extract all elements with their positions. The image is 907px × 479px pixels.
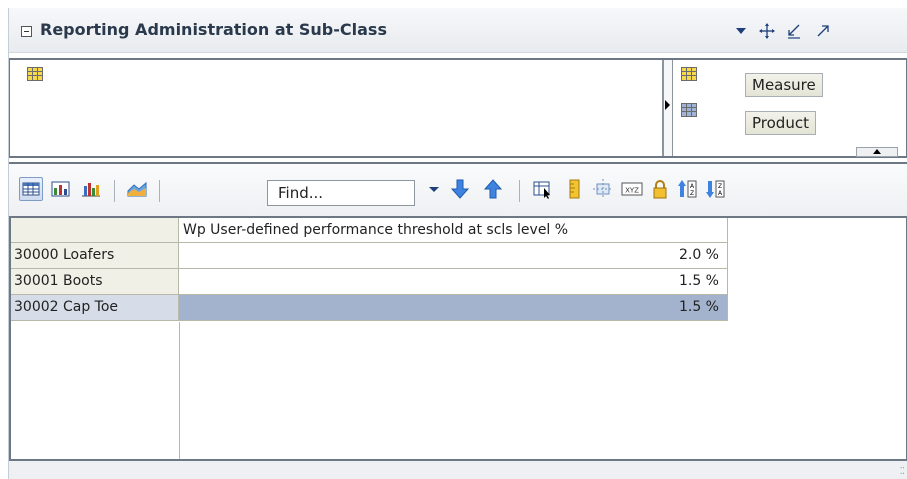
sort-descending-icon[interactable]: Z A	[704, 177, 728, 201]
layout-scroll-up[interactable]	[856, 147, 898, 157]
cell-cap-toe-threshold[interactable]: 1.5 %	[179, 295, 728, 321]
lock-icon[interactable]	[648, 177, 672, 201]
toolbar: Find... XYZ A Z Z A	[9, 162, 907, 218]
table-chart-view-icon[interactable]	[49, 177, 73, 201]
view-panel: Reporting Administration at Sub-Class Me…	[8, 8, 907, 479]
grid-corner	[11, 218, 179, 243]
cell-loafers-threshold[interactable]: 2.0 %	[179, 243, 728, 269]
product-tile-icon	[681, 103, 697, 117]
select-cells-icon[interactable]	[531, 177, 555, 201]
move-icon[interactable]	[758, 22, 776, 40]
xyz-format-icon[interactable]: XYZ	[620, 177, 644, 201]
layout-area: Measure Product	[9, 58, 907, 158]
find-next-icon[interactable]	[448, 177, 472, 201]
row-header-boots[interactable]: 30001 Boots	[11, 269, 179, 295]
find-input[interactable]: Find...	[267, 180, 415, 206]
restore-icon[interactable]	[785, 22, 803, 40]
ruler-icon[interactable]	[562, 177, 586, 201]
area-chart-icon[interactable]	[125, 177, 149, 201]
column-header[interactable]: Wp User-defined performance threshold at…	[179, 218, 728, 243]
find-dropdown-icon[interactable]	[422, 177, 446, 201]
product-tile[interactable]: Product	[745, 111, 816, 135]
status-bar: ⁚⁚	[9, 459, 907, 479]
chart-view-icon[interactable]	[79, 177, 103, 201]
svg-text:XYZ: XYZ	[625, 187, 639, 195]
table-view-icon[interactable]	[19, 177, 43, 201]
svg-text:Z: Z	[718, 183, 722, 190]
row-header-cap-toe[interactable]: 30002 Cap Toe	[11, 295, 179, 321]
toolbar-separator	[114, 180, 115, 202]
split-view-icon[interactable]	[591, 177, 615, 201]
maximize-icon[interactable]	[814, 22, 832, 40]
sort-ascending-icon[interactable]: A Z	[676, 177, 700, 201]
svg-text:Z: Z	[690, 190, 694, 197]
row-header-loafers[interactable]: 30000 Loafers	[11, 243, 179, 269]
measure-tile-icon	[681, 67, 697, 81]
resize-grip-icon[interactable]: ⁚⁚	[900, 466, 905, 477]
data-grid: Wp User-defined performance threshold at…	[9, 218, 907, 459]
toolbar-separator	[519, 180, 520, 202]
dropdown-icon[interactable]	[732, 22, 750, 40]
view-header: Reporting Administration at Sub-Class	[9, 8, 907, 53]
view-title: Reporting Administration at Sub-Class	[40, 20, 387, 39]
layout-splitter[interactable]	[664, 60, 673, 156]
grid-tile-icon	[27, 67, 43, 81]
measure-tile[interactable]: Measure	[745, 73, 823, 97]
collapse-icon[interactable]	[21, 26, 32, 37]
find-previous-icon[interactable]	[481, 177, 505, 201]
toolbar-separator	[159, 180, 160, 202]
cell-boots-threshold[interactable]: 1.5 %	[179, 269, 728, 295]
expand-arrow-icon[interactable]	[665, 100, 670, 110]
layout-tiles-area[interactable]	[10, 60, 664, 156]
row-header-divider	[179, 322, 180, 459]
